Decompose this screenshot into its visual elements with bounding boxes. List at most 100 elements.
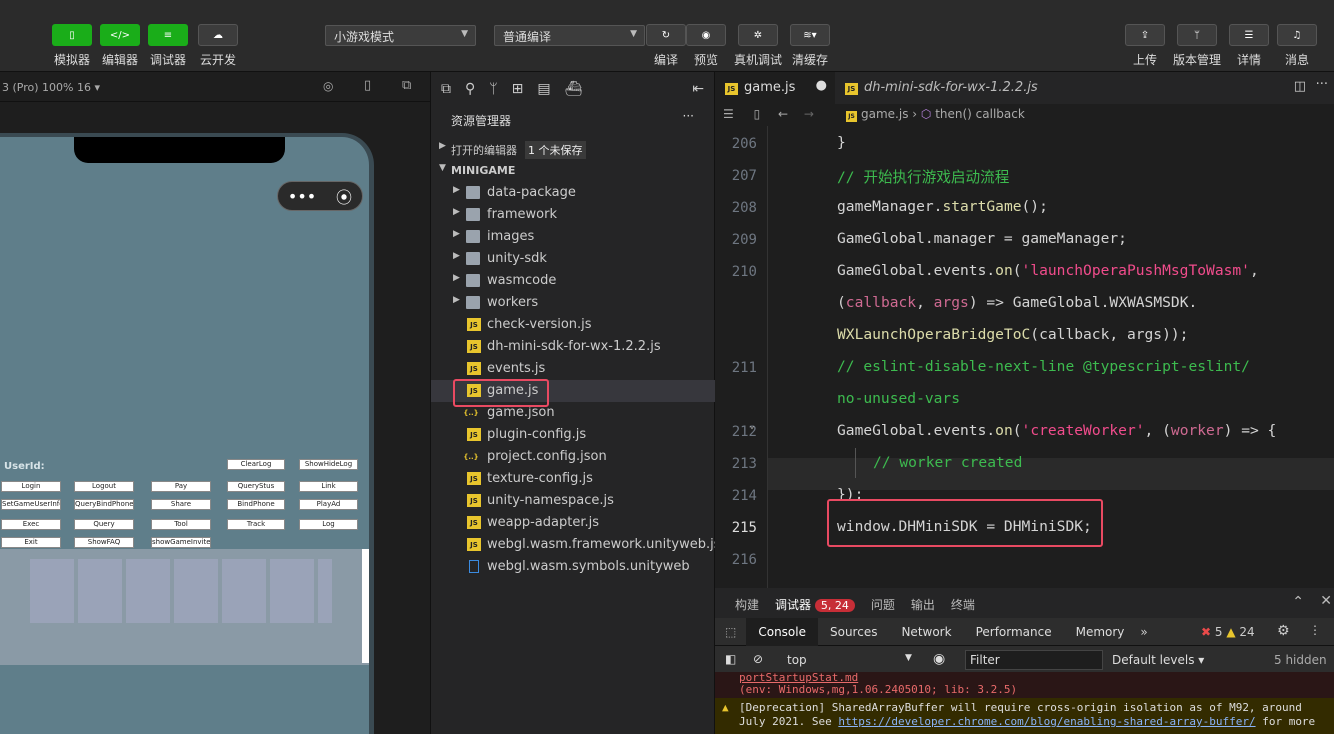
tree-item-check-version-js[interactable]: JS check-version.js xyxy=(431,314,715,336)
game-button[interactable]: SetGameUserInfo xyxy=(1,499,61,510)
breadcrumb-file[interactable]: game.js xyxy=(861,107,908,121)
record-icon[interactable]: ◎ xyxy=(323,79,333,93)
settings-icon[interactable]: ⚙ xyxy=(1277,623,1290,639)
messages-button[interactable]: ♫ 消息 xyxy=(1271,24,1323,68)
editor-button[interactable]: </> 编辑器 xyxy=(94,24,146,68)
more-icon[interactable]: ··· xyxy=(1316,77,1328,92)
clear-console-icon[interactable]: ⊘ xyxy=(753,652,763,666)
tree-item-data-package[interactable]: ▶ data-package xyxy=(431,182,715,204)
debugger-button[interactable]: ≡ 调试器 xyxy=(142,24,194,68)
clear-cache-button[interactable]: ≋▾ 清缓存 xyxy=(784,24,836,68)
more-vert-icon[interactable]: ⋮ xyxy=(1309,623,1321,637)
minigame-root[interactable]: ▼ MINIGAME xyxy=(431,160,715,182)
version-button[interactable]: ᛘ 版本管理 xyxy=(1171,24,1223,68)
tab-console[interactable]: Console xyxy=(746,617,818,646)
fold-chevron-icon[interactable]: ⌄ xyxy=(749,420,755,431)
log-scrollbar[interactable] xyxy=(362,549,369,663)
tree-item-texture-config-js[interactable]: JS texture-config.js xyxy=(431,468,715,490)
game-button[interactable]: ClearLog xyxy=(227,459,285,470)
tree-item-project-config-json[interactable]: {..} project.config.json xyxy=(431,446,715,468)
game-button[interactable]: Tool xyxy=(151,519,211,530)
tree-item-workers[interactable]: ▶ workers xyxy=(431,292,715,314)
game-button[interactable]: Track xyxy=(227,519,285,530)
search-icon[interactable]: ⚲ xyxy=(465,81,475,97)
tree-item-events-js[interactable]: JS events.js xyxy=(431,358,715,380)
tree-item-unity-sdk[interactable]: ▶ unity-sdk xyxy=(431,248,715,270)
tree-item-framework[interactable]: ▶ framework xyxy=(431,204,715,226)
popout-icon[interactable]: ⧉ xyxy=(402,78,411,93)
chevron-up-icon[interactable]: ⌃ xyxy=(1292,594,1304,610)
game-button[interactable]: QueryStus xyxy=(227,481,285,492)
storage-icon[interactable]: ▤ xyxy=(537,81,550,97)
game-button[interactable]: ShowHideLog xyxy=(299,459,358,470)
tab-memory[interactable]: Memory xyxy=(1064,618,1137,646)
tab-output[interactable]: 输出 xyxy=(911,596,935,618)
details-button[interactable]: ☰ 详情 xyxy=(1223,24,1275,68)
tab-dh-mini-sdk[interactable]: JS dh-mini-sdk-for-wx-1.2.2.js xyxy=(835,72,1048,104)
list-icon[interactable]: ☰ xyxy=(723,107,734,121)
filter-input[interactable]: Filter xyxy=(965,650,1103,670)
cloud-dev-button[interactable]: ☁ 云开发 xyxy=(192,24,244,68)
game-button[interactable]: Link xyxy=(299,481,358,492)
sidebar-toggle-icon[interactable]: ◧ xyxy=(725,652,736,666)
eye-icon[interactable]: ◉ xyxy=(933,651,945,667)
tab-game-js[interactable]: JS game.js ● xyxy=(715,72,835,104)
more-icon[interactable]: ··· xyxy=(683,109,694,123)
tree-item-webgl-wasm-symbols-unityweb[interactable]: webgl.wasm.symbols.unityweb xyxy=(431,556,715,578)
game-button[interactable]: PlayAd xyxy=(299,499,358,510)
tab-network[interactable]: Network xyxy=(889,618,963,646)
upload-button[interactable]: ⇪ 上传 xyxy=(1119,24,1171,68)
log-levels-select[interactable]: Default levels ▾ xyxy=(1112,653,1204,667)
mode-select[interactable]: 小游戏模式 ▼ xyxy=(325,25,476,46)
game-button[interactable]: Pay xyxy=(151,481,211,492)
game-button[interactable]: Exec xyxy=(1,519,61,530)
tree-item-weapp-adapter-js[interactable]: JS weapp-adapter.js xyxy=(431,512,715,534)
warning-link[interactable]: https://developer.chrome.com/blog/enabli… xyxy=(838,715,1255,728)
tab-performance[interactable]: Performance xyxy=(964,618,1064,646)
compile-select[interactable]: 普通编译 ▼ xyxy=(494,25,645,46)
tab-build[interactable]: 构建 xyxy=(735,596,759,618)
more-dots-icon[interactable]: ••• xyxy=(288,187,316,206)
game-button[interactable]: Exit xyxy=(1,537,61,548)
collapse-panel-icon[interactable]: ⇤ xyxy=(692,81,704,97)
game-button[interactable]: showGameInvite xyxy=(151,537,211,548)
tree-item-plugin-config-js[interactable]: JS plugin-config.js xyxy=(431,424,715,446)
game-button[interactable]: BindPhone xyxy=(227,499,285,510)
docker-icon[interactable]: ⛴ xyxy=(565,81,583,97)
close-icon[interactable]: ✕ xyxy=(1320,593,1332,609)
tree-item-webgl-wasm-framework-unityweb-js[interactable]: JS webgl.wasm.framework.unityweb.js xyxy=(431,534,720,556)
device-select[interactable]: 3 (Pro) 100% 16 ▾ xyxy=(2,81,100,94)
game-button[interactable]: Query xyxy=(74,519,134,530)
tab-problems[interactable]: 问题 xyxy=(871,596,895,618)
game-button[interactable]: ShowFAQ xyxy=(74,537,134,548)
open-editors-section[interactable]: ▶ 打开的编辑器 1 个未保存 xyxy=(431,138,715,160)
inspect-icon[interactable]: ⬚ xyxy=(715,625,746,639)
remote-debug-button[interactable]: ✲ 真机调试 xyxy=(732,24,784,68)
simulator-button[interactable]: ▯ 模拟器 xyxy=(46,24,98,68)
context-select[interactable]: top xyxy=(787,653,807,667)
close-target-icon[interactable]: ⦿ xyxy=(336,184,352,208)
source-control-icon[interactable]: ᛘ xyxy=(489,81,497,97)
game-button[interactable]: Share xyxy=(151,499,211,510)
more-tabs-icon[interactable]: » xyxy=(1136,625,1151,639)
tab-terminal[interactable]: 终端 xyxy=(951,596,975,618)
tab-sources[interactable]: Sources xyxy=(818,618,889,646)
tree-item-unity-namespace-js[interactable]: JS unity-namespace.js xyxy=(431,490,715,512)
forward-icon[interactable]: → xyxy=(804,107,814,121)
bookmark-icon[interactable]: ▯ xyxy=(754,107,761,121)
split-editor-icon[interactable]: ◫ xyxy=(1294,79,1306,94)
game-button[interactable]: Login xyxy=(1,481,61,492)
game-button[interactable]: Log xyxy=(299,519,358,530)
tree-item-images[interactable]: ▶ images xyxy=(431,226,715,248)
extensions-icon[interactable]: ⊞ xyxy=(512,81,524,97)
preview-button[interactable]: ◉ 预览 xyxy=(680,24,732,68)
files-icon[interactable]: ⧉ xyxy=(441,81,451,97)
back-icon[interactable]: ← xyxy=(778,107,788,121)
game-button[interactable]: QueryBindPhone xyxy=(74,499,134,510)
code-area[interactable]: 206 207 208 209 210 211 212 ⌄ 213 214 21… xyxy=(715,126,1334,588)
breadcrumb-function[interactable]: then() callback xyxy=(935,107,1025,121)
game-button[interactable]: Logout xyxy=(74,481,134,492)
tab-debugger[interactable]: 调试器 5, 24 xyxy=(775,596,855,618)
capsule-menu[interactable]: ••• ⦿ xyxy=(277,181,363,211)
tree-item-wasmcode[interactable]: ▶ wasmcode xyxy=(431,270,715,292)
